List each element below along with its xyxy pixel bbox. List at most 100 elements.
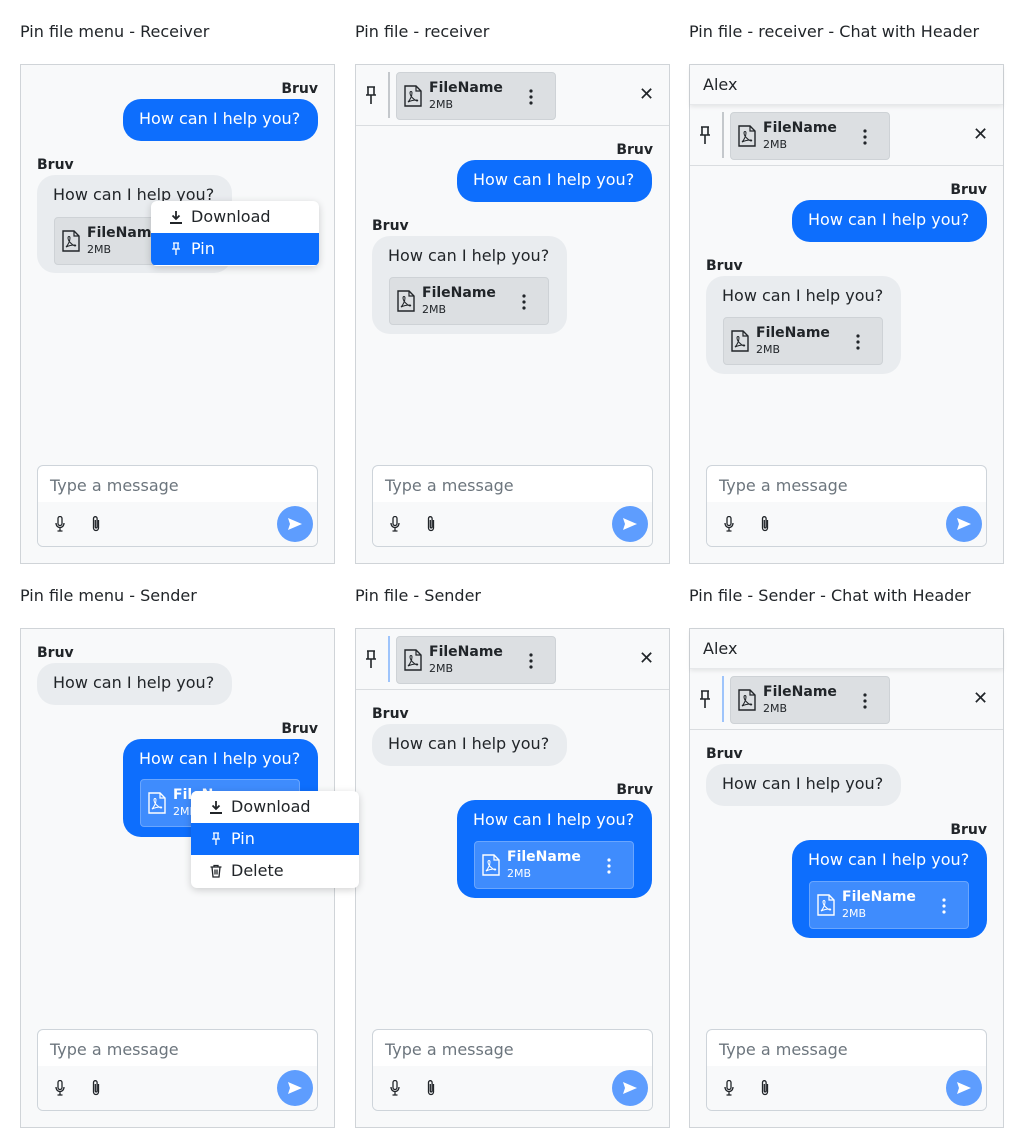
paperclip-icon[interactable] (425, 515, 437, 533)
pinned-file[interactable]: FileName 2MB (730, 112, 890, 160)
paperclip-icon[interactable] (425, 1079, 437, 1097)
composer-toolbar (373, 1066, 652, 1110)
file-name: FileName (756, 325, 830, 341)
sender-name: Bruv (706, 746, 743, 762)
pinned-file[interactable]: FileName 2MB (396, 72, 556, 120)
file-name: FileName (422, 285, 496, 301)
kebab-icon[interactable] (938, 896, 950, 916)
menu-item-label: Delete (231, 861, 284, 880)
pdf-file-icon (817, 894, 835, 916)
file-size: 2MB (429, 662, 454, 675)
kebab-icon[interactable] (859, 691, 871, 711)
sender-name: Bruv (372, 218, 409, 234)
menu-item-label: Download (231, 797, 311, 816)
sender-name: Bruv (706, 258, 743, 274)
pdf-file-icon (731, 330, 749, 352)
send-button[interactable] (612, 1070, 648, 1106)
microphone-icon[interactable] (724, 516, 734, 532)
file-size: 2MB (87, 243, 112, 256)
paperclip-icon[interactable] (759, 515, 771, 533)
microphone-icon[interactable] (724, 1080, 734, 1096)
incoming-message-bubble: How can I help you? FileName 2MB (706, 276, 901, 374)
close-icon[interactable]: ✕ (973, 689, 988, 709)
pinned-divider (388, 636, 390, 682)
paperclip-icon[interactable] (759, 1079, 771, 1097)
message-input[interactable]: Type a message (50, 1040, 179, 1060)
close-icon[interactable]: ✕ (639, 649, 654, 669)
message-text: How can I help you? (139, 749, 301, 768)
pinned-file[interactable]: FileName 2MB (396, 636, 556, 684)
send-icon (288, 518, 302, 530)
menu-item-pin[interactable]: Pin (151, 233, 319, 265)
kebab-icon[interactable] (525, 87, 537, 107)
chat-frame: Alex FileName 2MB ✕ Bruv How can I help … (689, 64, 1004, 564)
pinned-divider (722, 112, 724, 158)
download-icon (210, 801, 222, 814)
pdf-file-icon (404, 85, 422, 107)
pinned-file[interactable]: FileName 2MB (730, 676, 890, 724)
send-button[interactable] (946, 506, 982, 542)
close-icon[interactable]: ✕ (973, 125, 988, 145)
send-icon (623, 1082, 637, 1094)
pinned-files-bar: FileName 2MB ✕ (690, 669, 1003, 730)
send-icon (957, 1082, 971, 1094)
close-icon[interactable]: ✕ (639, 85, 654, 105)
message-composer: Type a message (37, 465, 318, 547)
pdf-file-icon (62, 230, 80, 252)
message-text: How can I help you? (722, 286, 884, 305)
menu-item-delete[interactable]: Delete (191, 855, 359, 887)
chat-frame: Bruv How can I help you? Bruv How can I … (20, 628, 359, 1128)
outgoing-message-bubble: How can I help you? (123, 99, 318, 141)
pinned-files-bar: FileName 2MB ✕ (356, 629, 669, 690)
message-input[interactable]: Type a message (385, 476, 514, 496)
message-input[interactable]: Type a message (385, 1040, 514, 1060)
message-input[interactable]: Type a message (719, 476, 848, 496)
sender-name: Bruv (616, 782, 653, 798)
kebab-icon[interactable] (859, 127, 871, 147)
paperclip-icon[interactable] (90, 1079, 102, 1097)
kebab-icon[interactable] (603, 856, 615, 876)
message-composer: Type a message (37, 1029, 318, 1111)
pin-icon (700, 126, 710, 144)
message-composer: Type a message (372, 465, 653, 547)
sender-name: Bruv (950, 182, 987, 198)
message-input[interactable]: Type a message (719, 1040, 848, 1060)
chat-frame: Bruv How can I help you? Bruv How can I … (20, 64, 335, 564)
composer-toolbar (38, 1066, 317, 1110)
trash-icon (210, 864, 222, 878)
send-button[interactable] (612, 506, 648, 542)
pinned-files-bar: FileName 2MB ✕ (356, 65, 669, 126)
panel-pin-sender: Pin file - Sender FileName 2MB ✕ Bruv Ho… (355, 586, 670, 1128)
kebab-icon[interactable] (525, 651, 537, 671)
send-button[interactable] (946, 1070, 982, 1106)
send-button[interactable] (277, 1070, 313, 1106)
pin-icon (172, 242, 180, 255)
send-icon (623, 518, 637, 530)
microphone-icon[interactable] (55, 516, 65, 532)
microphone-icon[interactable] (390, 516, 400, 532)
sender-name: Bruv (950, 822, 987, 838)
file-attachment[interactable]: FileName 2MB (389, 277, 549, 325)
message-text: How can I help you? (473, 810, 635, 829)
kebab-icon[interactable] (852, 332, 864, 352)
microphone-icon[interactable] (390, 1080, 400, 1096)
file-name: FileName (842, 889, 916, 905)
menu-item-download[interactable]: Download (191, 791, 359, 823)
paperclip-icon[interactable] (90, 515, 102, 533)
chat-frame: Alex FileName 2MB ✕ Bruv How can I help … (689, 628, 1004, 1128)
outgoing-message-bubble: How can I help you? FileName 2MB (457, 800, 652, 898)
menu-item-pin[interactable]: Pin (191, 823, 359, 855)
kebab-icon[interactable] (518, 292, 530, 312)
menu-item-download[interactable]: Download (151, 201, 319, 233)
composer-toolbar (707, 502, 986, 546)
file-size: 2MB (763, 138, 788, 151)
file-attachment[interactable]: FileName 2MB (809, 881, 969, 929)
pdf-file-icon (482, 854, 500, 876)
message-text: How can I help you? (722, 774, 884, 793)
file-attachment[interactable]: FileName 2MB (474, 841, 634, 889)
file-attachment[interactable]: FileName 2MB (723, 317, 883, 365)
microphone-icon[interactable] (55, 1080, 65, 1096)
send-button[interactable] (277, 506, 313, 542)
download-icon (170, 211, 182, 224)
message-input[interactable]: Type a message (50, 476, 179, 496)
